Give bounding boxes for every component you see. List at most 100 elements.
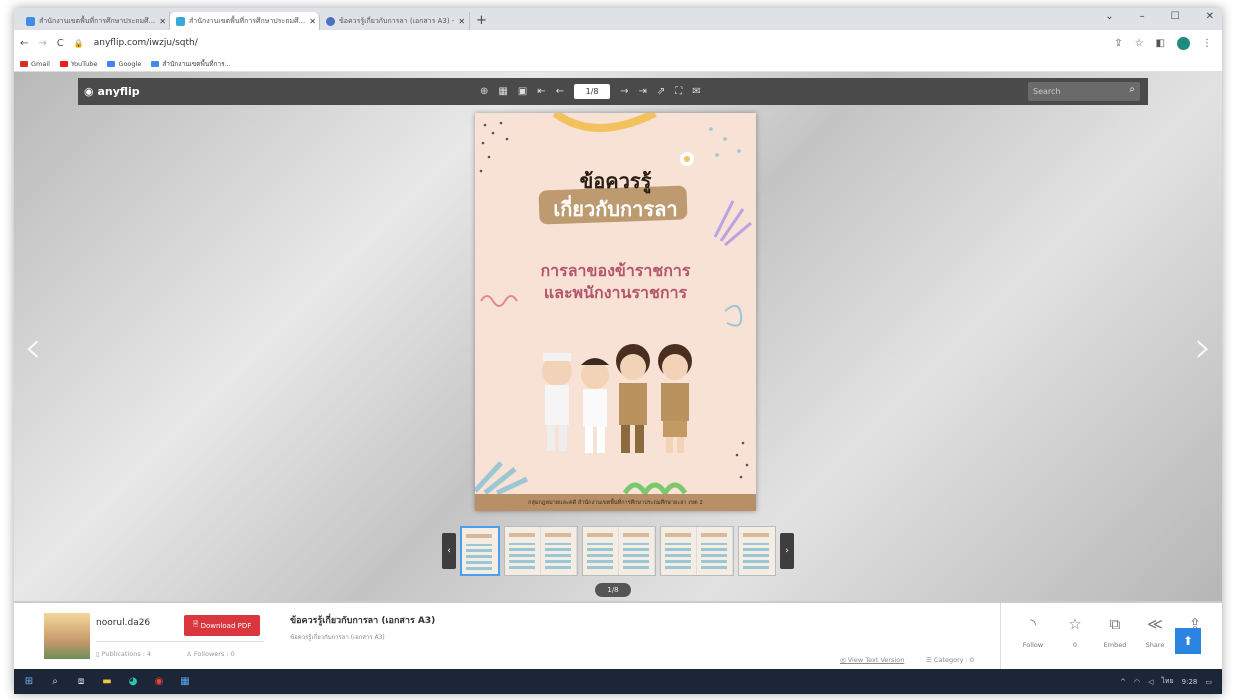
divider <box>96 641 264 642</box>
next-page-arrow-icon[interactable]: › <box>1194 322 1212 373</box>
share-label: Share <box>1145 641 1165 649</box>
language-indicator[interactable]: ไทย <box>1161 676 1173 687</box>
like-button[interactable]: ☆ 0 <box>1057 613 1093 649</box>
bookmark-google[interactable]: Google <box>107 60 141 68</box>
tray-chevron-icon[interactable]: ^ <box>1120 678 1126 686</box>
window-controls: ⌄ – ☐ ✕ <box>1105 11 1214 22</box>
single-page-icon[interactable]: ▣ <box>518 86 527 97</box>
thumbnail-strip: ‹ › <box>442 521 794 580</box>
forward-icon[interactable]: → <box>38 38 46 49</box>
reload-icon[interactable]: C <box>57 38 64 49</box>
category-label: Category : 0 <box>933 656 975 664</box>
download-pdf-button[interactable]: 🗎 Download PDF <box>184 615 260 636</box>
search-icon[interactable]: ⌕ <box>1129 84 1135 95</box>
share-icon[interactable]: ⇗ <box>657 86 665 97</box>
viewer-toolbar: ◉ anyflip ⊕ ▦ ▣ ⇤ ← 1/8 → ⇥ ⇗ ⛶ ✉ Search… <box>78 78 1148 105</box>
anyflip-logo[interactable]: ◉ anyflip <box>84 85 140 98</box>
chevron-down-icon[interactable]: ⌄ <box>1105 11 1113 22</box>
mail-icon[interactable]: ✉ <box>692 86 700 97</box>
pdf-icon: 🗎 <box>192 620 201 628</box>
view-text-version-link[interactable]: ◎ View Text Version <box>840 656 904 664</box>
maximize-icon[interactable]: ☐ <box>1171 11 1180 22</box>
thumbnails-icon[interactable]: ▦ <box>498 86 507 97</box>
site-favicon-icon <box>151 60 160 67</box>
author-username[interactable]: noorul.da26 <box>96 618 150 628</box>
brand-label: anyflip <box>97 85 140 98</box>
previous-page-icon[interactable]: ← <box>556 86 564 97</box>
rss-icon: ◝ <box>1030 615 1036 633</box>
windows-taskbar: ⊞ ⌕ ⧈ ▬ ◕ ◉ ▦ ^ ◠ ◁ ไทย 9:28 ▭ <box>14 669 1222 694</box>
side-panel-icon[interactable]: ◧ <box>1156 38 1165 49</box>
embed-label: Embed <box>1103 641 1127 649</box>
thumbnail-next-icon[interactable]: › <box>780 532 794 569</box>
thumbnail-page-1[interactable] <box>460 525 500 576</box>
flipbook-viewer: ◉ anyflip ⊕ ▦ ▣ ⇤ ← 1/8 → ⇥ ⇗ ⛶ ✉ Search… <box>14 72 1222 601</box>
cover-subtitle-line2: และพนักงานราชการ <box>543 283 688 302</box>
store-icon[interactable]: ▦ <box>178 675 192 689</box>
notification-icon[interactable]: ▭ <box>1205 678 1212 686</box>
thumbnail-page-8[interactable] <box>738 525 776 576</box>
eye-icon: ◎ <box>840 656 848 664</box>
thumbnail-page-2-3[interactable] <box>504 525 578 576</box>
follow-button[interactable]: ◝ Follow <box>1015 613 1051 649</box>
browser-tab-1[interactable]: สำนักงานเขตพื้นที่การศึกษาประถมศึ... ✕ <box>20 12 170 30</box>
share-page-icon[interactable]: ⇪ <box>1114 38 1122 49</box>
download-label: Download PDF <box>200 621 252 630</box>
bookmark-youtube[interactable]: YouTube <box>59 60 97 68</box>
bookmark-star-icon[interactable]: ☆ <box>1135 38 1144 49</box>
star-icon: ☆ <box>1068 615 1082 633</box>
thumbnail-prev-icon[interactable]: ‹ <box>442 532 456 569</box>
thumbnail-page-6-7[interactable] <box>660 525 734 576</box>
publications-count[interactable]: ▯ Publications : 4 <box>96 650 151 658</box>
page-number-input[interactable]: 1/8 <box>574 84 611 99</box>
browser-tab-2[interactable]: สำนักงานเขตพื้นที่การศึกษาประถมศึ... ✕ <box>170 12 320 30</box>
minimize-icon[interactable]: – <box>1140 11 1145 22</box>
bookmark-office[interactable]: สำนักงานเขตพื้นที่การ... <box>151 59 231 69</box>
menu-dots-icon[interactable]: ⋮ <box>1202 38 1212 49</box>
search-input[interactable]: Search ⌕ <box>1028 82 1140 101</box>
first-page-icon[interactable]: ⇤ <box>537 86 545 97</box>
followers-count[interactable]: ♙ Followers : 0 <box>186 650 235 658</box>
tab-label: สำนักงานเขตพื้นที่การศึกษาประถมศึ... <box>39 16 156 25</box>
clock[interactable]: 9:28 <box>1182 678 1198 686</box>
task-view-icon[interactable]: ⧈ <box>74 675 88 689</box>
close-tab-icon[interactable]: ✕ <box>309 17 316 26</box>
address-bar-row: ← → C 🔒 anyflip.com/iwzju/sqth/ ⇪ ☆ ◧ ⋮ <box>14 30 1222 56</box>
chrome-icon[interactable]: ◉ <box>152 675 166 689</box>
embed-icon: ⧉ <box>1109 615 1121 633</box>
back-icon[interactable]: ← <box>20 38 28 49</box>
close-tab-icon[interactable]: ✕ <box>458 17 465 26</box>
embed-button[interactable]: ⧉ Embed <box>1097 613 1133 649</box>
cover-footer: กลุ่มกฎหมายและคดี สำนักงานเขตพื้นที่การศ… <box>475 494 756 511</box>
site-favicon-icon <box>176 16 185 26</box>
author-avatar[interactable] <box>44 613 90 659</box>
url-field[interactable]: anyflip.com/iwzju/sqth/ <box>94 38 198 48</box>
search-icon[interactable]: ⌕ <box>48 675 62 689</box>
category-link[interactable]: ☰ Category : 0 <box>926 656 974 664</box>
fullscreen-icon[interactable]: ⛶ <box>675 86 682 97</box>
scroll-to-top-button[interactable]: ⬆ <box>1175 628 1201 654</box>
last-page-icon[interactable]: ⇥ <box>638 86 646 97</box>
share-button[interactable]: ≪ Share <box>1137 613 1173 649</box>
zoom-in-icon[interactable]: ⊕ <box>480 86 488 97</box>
edge-icon[interactable]: ◕ <box>126 675 140 689</box>
close-tab-icon[interactable]: ✕ <box>159 17 166 26</box>
address-bar-actions: ⇪ ☆ ◧ ⋮ <box>1114 36 1212 50</box>
bookmark-gmail[interactable]: Gmail <box>20 60 50 68</box>
viewer-tools: ⊕ ▦ ▣ ⇤ ← 1/8 → ⇥ ⇗ ⛶ ✉ <box>480 78 701 105</box>
profile-avatar-icon[interactable] <box>1177 36 1190 50</box>
windows-start-icon[interactable]: ⊞ <box>22 675 36 689</box>
network-icon[interactable]: ◠ <box>1134 678 1140 686</box>
browser-tab-3[interactable]: ข้อควรรู้เกี่ยวกับการลา (เอกสาร A3) - ✕ <box>320 12 470 30</box>
gmail-icon <box>20 60 28 67</box>
next-page-icon[interactable]: → <box>620 86 628 97</box>
volume-icon[interactable]: ◁ <box>1148 678 1153 686</box>
bookmark-label: สำนักงานเขตพื้นที่การ... <box>162 59 231 68</box>
new-tab-button[interactable]: + <box>476 12 487 30</box>
book-cover-page[interactable]: ข้อควรรู้ เกี่ยวกับการลา การลาของข้าราชก… <box>475 113 756 511</box>
thumbnail-page-4-5[interactable] <box>582 525 656 576</box>
previous-page-arrow-icon[interactable]: ‹ <box>24 322 42 373</box>
file-explorer-icon[interactable]: ▬ <box>100 675 114 689</box>
close-window-icon[interactable]: ✕ <box>1206 11 1214 22</box>
cover-title-line2: เกี่ยวกับการลา <box>553 197 678 221</box>
